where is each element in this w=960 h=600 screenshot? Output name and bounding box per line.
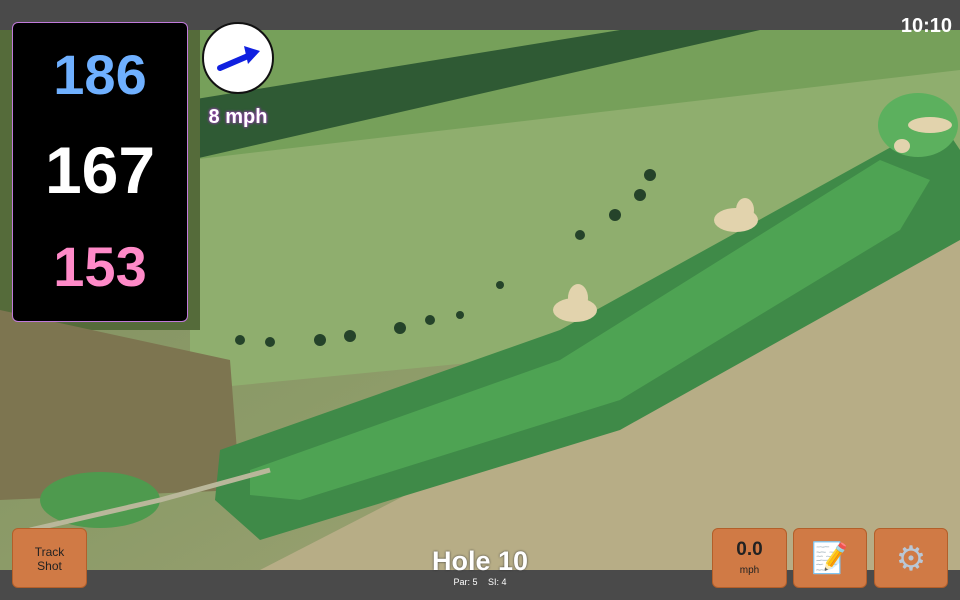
distance-panel: 186 167 153 bbox=[12, 22, 188, 322]
wind-indicator bbox=[202, 22, 274, 94]
speed-value: 0.0 bbox=[736, 539, 763, 560]
speed-unit: mph bbox=[739, 565, 760, 576]
par-value: Par: 5 bbox=[453, 577, 478, 587]
notepad-icon: 📝 bbox=[811, 542, 849, 575]
wind-direction-arrow-icon bbox=[217, 46, 260, 71]
si-value: SI: 4 bbox=[488, 577, 507, 587]
gear-icon: ⚙ bbox=[895, 540, 927, 578]
front-distance: 153 bbox=[53, 235, 147, 298]
track-shot-button[interactable]: Track Shot bbox=[12, 528, 87, 588]
clock: 10:10 bbox=[900, 15, 952, 37]
back-distance: 186 bbox=[53, 43, 147, 106]
hole-info: Par: 5 SI: 4 bbox=[380, 577, 580, 587]
wind-speed: 8 mph bbox=[208, 106, 268, 128]
track-shot-label: Track Shot bbox=[34, 545, 65, 573]
settings-button[interactable]: ⚙ bbox=[874, 528, 948, 588]
hole-title: Hole 10 bbox=[431, 546, 529, 576]
notes-button[interactable]: 📝 bbox=[793, 528, 867, 588]
speed-button[interactable]: 0.0 mph bbox=[712, 528, 787, 588]
center-distance: 167 bbox=[44, 133, 156, 207]
